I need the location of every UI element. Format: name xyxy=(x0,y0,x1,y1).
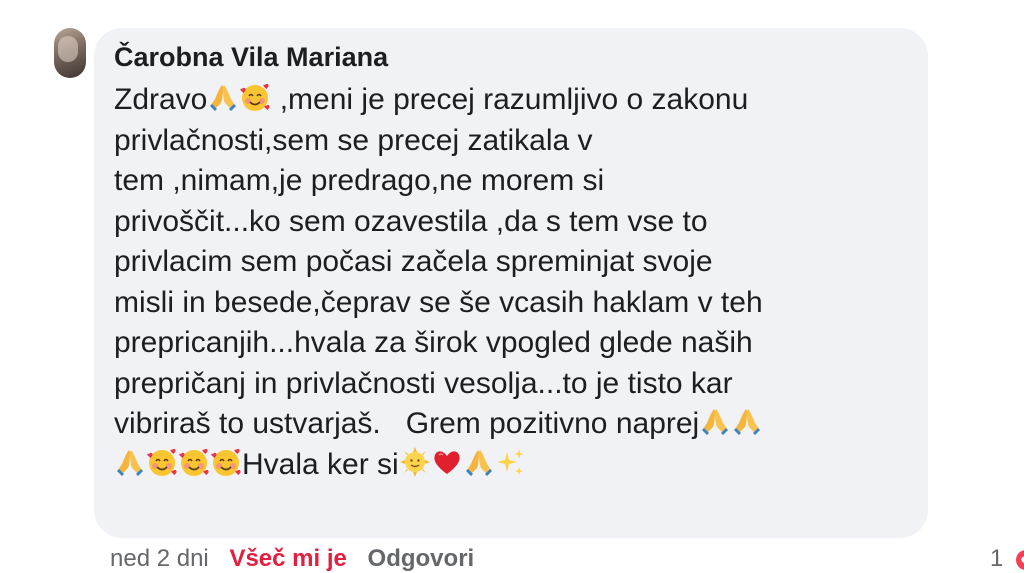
sun-face-icon xyxy=(399,446,431,478)
comment-line: prepricanjih...hvala za širok vpogled gl… xyxy=(114,323,928,364)
comment-line: privoščit...ko sem ozavestila ,da s tem … xyxy=(114,202,928,243)
comment-text-segment: privlačnosti,sem se precej zatikala v xyxy=(114,123,593,157)
red-heart-icon xyxy=(431,446,463,478)
comment-line: misli in besede,čeprav se še vcasih hakl… xyxy=(114,283,928,324)
comment-actions: ned 2 dni Všeč mi je Odgovori 1 xyxy=(110,545,1024,572)
comment-text-segment: misli in besede,čeprav se še vcasih hakl… xyxy=(114,285,763,319)
pray-icon xyxy=(463,446,495,478)
smiling-hearts-icon xyxy=(178,446,210,478)
comment-text-segment: prepricanjih...hvala za širok vpogled gl… xyxy=(114,326,753,359)
comment-text: Zdravo ,meni je precej razumljivo o zako… xyxy=(114,80,928,485)
comment-line: prepričanj in privlačnosti vesolja...to … xyxy=(114,364,928,405)
comment-text-segment: prepričanj in privlačnosti vesolja...to … xyxy=(114,366,733,400)
sparkles-icon xyxy=(495,446,527,478)
comment-line: privlačnosti,sem se precej zatikala v xyxy=(114,121,928,162)
pray-icon xyxy=(114,446,146,478)
comment-text-segment: privlacim sem počasi začela spreminjat s… xyxy=(114,245,713,278)
comment-text-segment: Hvala ker si xyxy=(242,447,399,481)
comment-line: Hvala ker si xyxy=(114,445,928,486)
comment-text-segment: ,meni je precej razumljivo o zakonu xyxy=(271,83,749,116)
comment-bubble: Čarobna Vila Mariana Zdravo ,meni je pre… xyxy=(94,28,928,538)
heart-reaction-icon xyxy=(1016,550,1024,570)
comment-line: Zdravo ,meni je precej razumljivo o zako… xyxy=(114,80,928,121)
smiling-hearts-icon xyxy=(146,446,178,478)
comment-text-segment: privoščit...ko sem ozavestila ,da s tem … xyxy=(114,204,708,238)
comment-text-segment: Zdravo xyxy=(114,83,208,116)
comment-line: tem ,nimam,je predrago,ne morem si xyxy=(114,161,928,202)
comment-line: vibriraš to ustvarjaš. Grem pozitivno na… xyxy=(114,404,928,445)
pray-icon xyxy=(731,405,763,437)
avatar[interactable] xyxy=(54,28,86,78)
pray-icon xyxy=(207,81,239,113)
reaction-count[interactable]: 1 xyxy=(990,545,1003,573)
smiling-hearts-icon xyxy=(210,446,242,478)
comment-line: privlacim sem počasi začela spreminjat s… xyxy=(114,242,928,283)
comment-author[interactable]: Čarobna Vila Mariana xyxy=(114,40,928,74)
comment-text-segment: tem ,nimam,je predrago,ne morem si xyxy=(114,164,605,197)
comment-text-segment: vibriraš to ustvarjaš. Grem pozitivno na… xyxy=(114,407,700,440)
pray-icon xyxy=(699,405,731,437)
smiling-hearts-icon xyxy=(239,81,271,113)
